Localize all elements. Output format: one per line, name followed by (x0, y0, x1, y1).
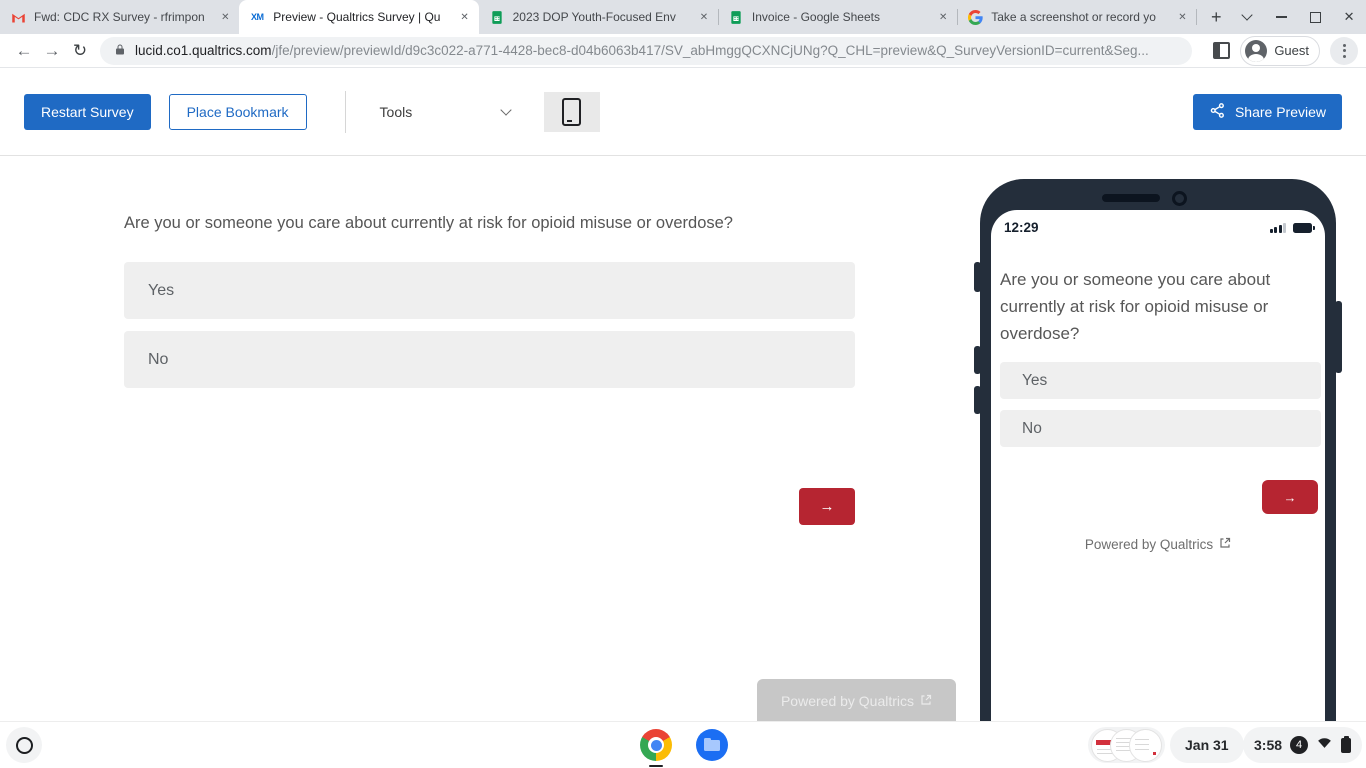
tab-close-icon[interactable]: ✕ (1174, 9, 1190, 25)
chromeos-desktop: Fwd: CDC RX Survey - rfrimpon ✕ XM Previ… (0, 0, 1366, 768)
option-no[interactable]: No (1000, 410, 1321, 447)
back-button[interactable]: ← (10, 37, 38, 65)
powered-by-label: Powered by Qualtrics (780, 693, 915, 709)
phone-screen: 12:29 Are you or someone you care about … (991, 210, 1325, 768)
google-icon (967, 9, 983, 25)
next-button[interactable]: → (799, 488, 855, 525)
tab-close-icon[interactable]: ✕ (935, 9, 951, 25)
launcher-icon (15, 736, 33, 754)
browser-toolbar: ← → ↻ lucid.co1.qualtrics.com/jfe/previe… (0, 34, 1366, 68)
avatar (1245, 39, 1268, 62)
side-panel-icon[interactable] (1213, 42, 1231, 59)
reload-button[interactable]: ↻ (66, 37, 94, 65)
phone-status-time: 12:29 (1004, 220, 1039, 235)
launcher-button[interactable] (6, 727, 42, 763)
share-preview-button[interactable]: Share Preview (1192, 93, 1342, 130)
forward-button[interactable]: → (38, 37, 66, 65)
lock-icon (114, 43, 126, 59)
signal-icon (1269, 223, 1286, 233)
minimize-button[interactable] (1264, 0, 1298, 34)
toolbar-divider (344, 90, 346, 133)
option-no[interactable]: No (124, 331, 855, 388)
phone-side-button (1335, 301, 1342, 373)
clock-label: 3:58 (1254, 737, 1283, 753)
calendar-date-pill[interactable]: Jan 31 (1170, 727, 1244, 763)
phone-speaker (1102, 194, 1160, 202)
url-domain: lucid.co1.qualtrics.com (135, 43, 272, 58)
phone-side-button (974, 346, 981, 374)
google-sheets-icon (728, 9, 744, 25)
survey-question: Are you or someone you care about curren… (1000, 270, 1271, 343)
tab-title: Invoice - Google Sheets (751, 10, 880, 24)
preview-toolbar: Restart Survey Place Bookmark Tools Shar… (0, 68, 1366, 156)
next-button[interactable]: → (1262, 480, 1318, 514)
google-sheets-icon (489, 9, 505, 25)
tools-label: Tools (379, 103, 413, 120)
notification-badge: 4 (1290, 736, 1309, 754)
phone-side-button (974, 386, 981, 414)
option-yes[interactable]: Yes (1000, 362, 1321, 399)
place-bookmark-button[interactable]: Place Bookmark (168, 93, 307, 130)
tab-search-chevron-icon[interactable] (1230, 0, 1264, 34)
tab-title: 2023 DOP Youth-Focused Env (512, 10, 676, 24)
phone-mockup: 12:29 Are you or someone you care about … (974, 179, 1342, 768)
tab-title: Preview - Qualtrics Survey | Qu (273, 10, 441, 24)
chrome-app-icon[interactable] (640, 729, 672, 761)
battery-icon (1293, 223, 1315, 233)
shelf: Jan 31 3:58 4 (0, 721, 1366, 768)
phone-camera (1172, 191, 1187, 206)
share-icon (1209, 102, 1226, 122)
share-preview-label: Share Preview (1234, 103, 1326, 120)
restore-button[interactable] (1298, 0, 1332, 34)
tab-google-search[interactable]: Take a screenshot or record yo ✕ (957, 0, 1196, 34)
restart-survey-button[interactable]: Restart Survey (24, 93, 151, 130)
battery-icon (1341, 735, 1352, 753)
new-tab-button[interactable]: + (1202, 3, 1230, 31)
external-link-icon (920, 693, 932, 709)
tab-close-icon[interactable]: ✕ (457, 9, 473, 25)
tab-sheets-invoice[interactable]: Invoice - Google Sheets ✕ (717, 0, 957, 34)
tab-close-icon[interactable]: ✕ (217, 9, 233, 25)
mobile-view-toggle[interactable] (543, 91, 600, 132)
holding-space-tote[interactable] (1088, 727, 1165, 763)
tab-title: Take a screenshot or record yo (991, 10, 1156, 24)
chrome-running-indicator (649, 764, 663, 767)
tab-title: Fwd: CDC RX Survey - rfrimpon (34, 10, 205, 24)
files-app-icon[interactable] (696, 729, 728, 761)
mobile-phone-icon (562, 97, 582, 126)
wifi-icon (1316, 735, 1333, 755)
option-yes[interactable]: Yes (124, 262, 855, 319)
tools-dropdown[interactable]: Tools (372, 104, 518, 120)
url-bar[interactable]: lucid.co1.qualtrics.com/jfe/preview/prev… (100, 36, 1192, 65)
external-link-icon (1219, 537, 1231, 552)
qualtrics-xm-icon: XM (251, 12, 264, 22)
tab-qualtrics-preview[interactable]: XM Preview - Qualtrics Survey | Qu ✕ (239, 0, 479, 34)
profile-button[interactable]: Guest (1240, 35, 1320, 66)
date-label: Jan 31 (1185, 737, 1229, 753)
tab-sheets-dop[interactable]: 2023 DOP Youth-Focused Env ✕ (479, 0, 718, 34)
status-tray[interactable]: 3:58 4 (1243, 727, 1363, 763)
browser-menu-button[interactable] (1330, 36, 1358, 65)
survey-question: Are you or someone you care about curren… (124, 214, 733, 232)
window-controls: ✕ (1230, 0, 1366, 34)
tab-close-icon[interactable]: ✕ (696, 9, 712, 25)
url-path: /jfe/preview/previewId/d9c3c022-a771-442… (271, 43, 1149, 58)
folder-icon (704, 737, 720, 751)
phone-side-button (974, 262, 981, 292)
profile-label: Guest (1274, 43, 1309, 58)
tab-strip: Fwd: CDC RX Survey - rfrimpon ✕ XM Previ… (0, 0, 1366, 34)
powered-by-qualtrics-link[interactable]: Powered by Qualtrics (991, 537, 1325, 552)
gmail-icon (10, 9, 26, 25)
tab-gmail[interactable]: Fwd: CDC RX Survey - rfrimpon ✕ (0, 0, 239, 34)
chevron-down-icon (499, 103, 512, 116)
close-window-button[interactable]: ✕ (1332, 0, 1366, 34)
powered-by-label: Powered by Qualtrics (1084, 537, 1214, 552)
screenshot-thumbnail[interactable] (1129, 728, 1162, 762)
